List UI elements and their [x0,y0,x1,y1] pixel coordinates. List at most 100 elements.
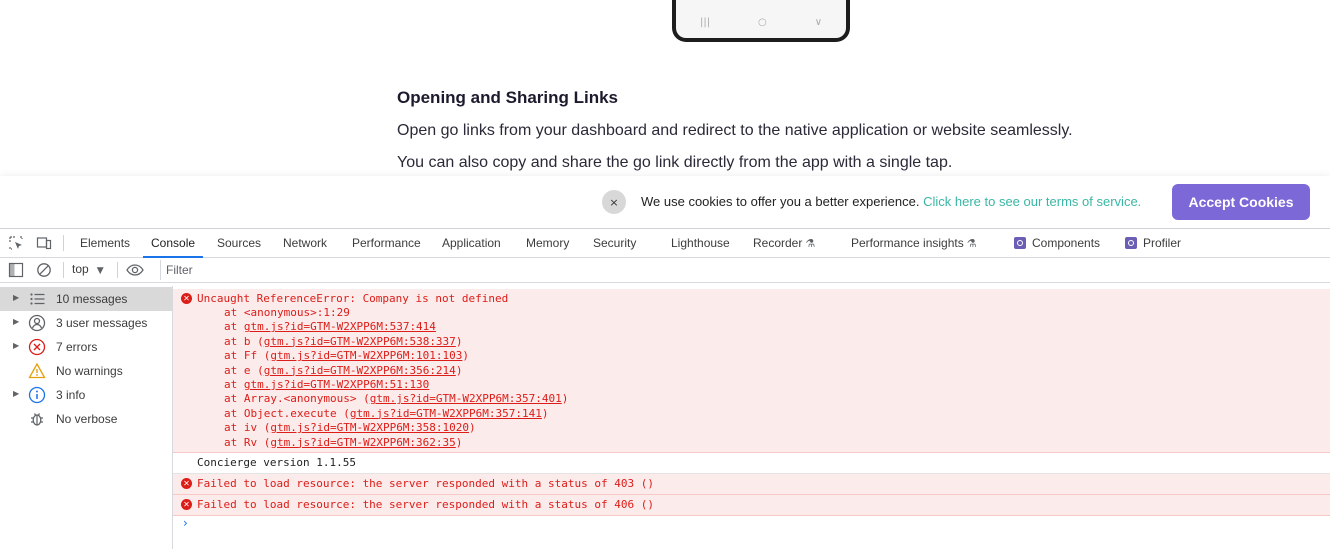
console-error-message: ✕ Failed to load resource: the server re… [173,474,1330,495]
stack-frame: at Rv (gtm.js?id=GTM-W2XPP6M:362:35) [224,436,462,449]
stack-frame-text: at Rv ( [224,435,271,449]
sidebar-item-user-messages[interactable]: ▶ 3 user messages [0,311,172,335]
sidebar-item-errors[interactable]: ▶ 7 errors [0,335,172,359]
sidebar-item-verbose[interactable]: No verbose [0,407,172,431]
console-error-message: ✕ Uncaught ReferenceError: Company is no… [173,289,1330,453]
section-paragraph-1: Open go links from your dashboard and re… [397,122,1073,139]
sidebar-item-label: 7 errors [56,340,98,354]
error-text: Failed to load resource: the server resp… [197,498,654,511]
section-paragraph-2: You can also copy and share the go link … [397,154,953,171]
flask-icon: ⚗ [966,237,977,250]
error-icon: ✕ [181,478,192,489]
expand-arrow-icon[interactable]: ▶ [13,293,19,302]
stack-frame-text: at [224,378,244,391]
sidebar-item-label: No verbose [56,412,118,426]
phone-mockup-image: ||| ○ ∨ [672,0,850,42]
inspect-element-icon[interactable] [8,235,24,251]
user-icon [28,314,46,332]
tab-performance-insights-label: Performance insights [851,236,964,250]
expand-arrow-icon[interactable]: ▶ [13,317,19,326]
error-icon: ✕ [181,499,192,510]
source-link[interactable]: gtm.js?id=GTM-W2XPP6M:362:35 [270,436,455,449]
clear-console-icon[interactable] [36,262,52,278]
tab-console[interactable]: Console [143,229,204,258]
sidebar-item-messages[interactable]: ▶ 10 messages [0,287,172,311]
source-link[interactable]: gtm.js?id=GTM-W2XPP6M:358:1020 [270,421,469,434]
tab-profiler[interactable]: Profiler [1125,229,1181,256]
source-link[interactable]: gtm.js?id=GTM-W2XPP6M:538:337 [264,335,456,348]
live-expression-eye-icon[interactable] [126,262,144,278]
stack-frame: at gtm.js?id=GTM-W2XPP6M:51:130 [224,378,429,391]
sidebar-item-label: 3 user messages [56,316,148,330]
source-link[interactable]: gtm.js?id=GTM-W2XPP6M:356:214 [264,364,456,377]
stack-frame: at Ff (gtm.js?id=GTM-W2XPP6M:101:103) [224,349,469,362]
accept-cookies-button[interactable]: Accept Cookies [1172,184,1310,220]
error-icon: ✕ [181,293,192,304]
error-text: Failed to load resource: the server resp… [197,477,654,490]
devtools-panel: Elements Console Sources Network Perform… [0,228,1330,549]
filter-input[interactable]: Filter [160,260,1330,280]
react-icon [1014,237,1026,249]
tab-security[interactable]: Security [593,229,636,256]
web-page: ||| ○ ∨ Opening and Sharing Links Open g… [0,0,1330,228]
terms-of-service-link[interactable]: Click here to see our terms of service. [923,194,1141,209]
back-icon: ∨ [814,17,823,28]
info-icon [28,386,46,404]
source-link[interactable]: gtm.js?id=GTM-W2XPP6M:51:130 [244,378,429,391]
error-text: Uncaught ReferenceError: Company is not … [197,292,509,305]
stack-frame: at b (gtm.js?id=GTM-W2XPP6M:538:337) [224,335,462,348]
stack-frame-text: ) [455,334,463,348]
tab-sources[interactable]: Sources [217,229,261,256]
home-icon: ○ [758,17,767,28]
expand-arrow-icon[interactable]: ▶ [13,389,19,398]
stack-frame-text: at Ff ( [224,349,271,363]
sidebar-item-info[interactable]: ▶ 3 info [0,383,172,407]
tab-performance-insights[interactable]: Performance insights ⚗ [851,229,977,256]
divider [63,262,64,278]
console-output: ✕ Uncaught ReferenceError: Company is no… [173,286,1330,549]
sidebar-item-warnings[interactable]: No warnings [0,359,172,383]
tab-application[interactable]: Application [442,229,501,256]
stack-frame-text: at b ( [224,334,264,348]
stack-frame: at iv (gtm.js?id=GTM-W2XPP6M:358:1020) [224,421,476,434]
log-text: Concierge version 1.1.55 [197,456,356,469]
context-selector[interactable]: top ▼ [72,262,104,276]
expand-arrow-icon[interactable]: ▶ [13,341,19,350]
cookie-close-button[interactable]: × [602,190,626,214]
stack-frame-text: at Array.<anonymous> ( [224,392,370,406]
flask-icon: ⚗ [805,237,816,250]
cookie-text: We use cookies to offer you a better exp… [641,194,920,209]
divider [117,262,118,278]
stack-frame-text: at <anonymous>:1:29 [224,306,350,319]
tab-recorder[interactable]: Recorder ⚗ [753,229,815,256]
stack-frame-text: ) [462,349,470,363]
tab-memory[interactable]: Memory [526,229,569,256]
stack-frame-text: ) [561,392,569,406]
tab-network[interactable]: Network [283,229,327,256]
stack-frame-text: at e ( [224,363,264,377]
section-heading: Opening and Sharing Links [397,88,619,107]
tab-elements[interactable]: Elements [80,229,130,256]
sidebar-item-label: 3 info [56,388,86,402]
tab-components-label: Components [1032,236,1101,250]
devtools-tab-bar: Elements Console Sources Network Perform… [0,229,1330,258]
source-link[interactable]: gtm.js?id=GTM-W2XPP6M:101:103 [270,349,462,362]
tab-lighthouse[interactable]: Lighthouse [671,229,730,256]
stack-frame: at gtm.js?id=GTM-W2XPP6M:537:414 [224,320,436,333]
sidebar-item-label: 10 messages [56,292,128,306]
bug-icon [31,413,43,426]
device-toolbar-icon[interactable] [36,235,52,251]
console-prompt[interactable]: › [183,516,188,530]
tab-components[interactable]: Components [1014,229,1100,256]
source-link[interactable]: gtm.js?id=GTM-W2XPP6M:357:401 [370,392,562,405]
phone-nav-bar: ||| ○ ∨ [676,17,846,28]
sidebar-toggle-icon[interactable] [8,262,24,278]
stack-frame: at <anonymous>:1:29 [224,306,350,319]
cookie-banner: × We use cookies to offer you a better e… [0,176,1330,228]
dropdown-arrow-icon: ▼ [96,266,104,276]
tab-performance[interactable]: Performance [352,229,421,256]
source-link[interactable]: gtm.js?id=GTM-W2XPP6M:357:141 [350,407,542,420]
source-link[interactable]: gtm.js?id=GTM-W2XPP6M:537:414 [244,320,436,333]
recent-apps-icon: ||| [699,17,711,28]
stack-frame-text: ) [455,435,463,449]
